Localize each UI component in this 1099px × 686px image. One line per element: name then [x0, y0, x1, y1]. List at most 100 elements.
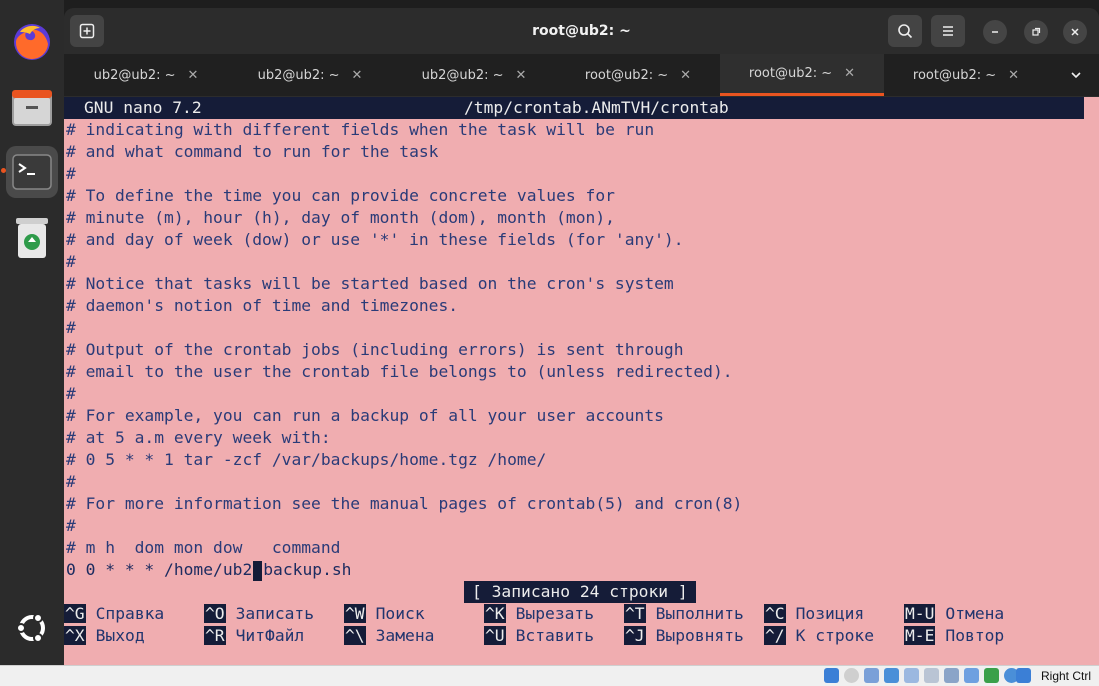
audio-icon[interactable] [864, 668, 879, 683]
text-cursor [253, 560, 263, 581]
restore-icon [1032, 27, 1041, 36]
cpu-icon[interactable] [984, 668, 999, 683]
close-icon [1071, 28, 1079, 36]
trash-icon[interactable] [6, 212, 58, 264]
editor-line: # Output of the crontab jobs (including … [66, 340, 684, 359]
shortcut-label: Выход [95, 626, 145, 645]
close-button[interactable] [1063, 20, 1087, 44]
shortcut-help[interactable]: ^G Справка [64, 603, 164, 625]
shortcut-write[interactable]: ^O Записать [204, 603, 314, 625]
shortcut-read-file[interactable]: ^R ЧитФайл [204, 625, 304, 647]
hamburger-icon [943, 26, 953, 36]
nano-header: GNU nano 7.2 /tmp/crontab.ANmTVH/crontab [64, 97, 1084, 119]
editor-line: # and what command to run for the task [66, 142, 439, 161]
shortcut-exit[interactable]: ^X Выход [64, 625, 145, 647]
editor-line: # [66, 384, 76, 403]
close-tab-icon[interactable]: ✕ [844, 66, 855, 81]
shortcut-key: ^/ [764, 626, 786, 645]
tab-5-active[interactable]: root@ub2: ~ ✕ [720, 54, 884, 96]
shortcut-search[interactable]: ^W Поиск [344, 603, 425, 625]
close-tab-icon[interactable]: ✕ [352, 68, 363, 83]
tab-1[interactable]: ub2@ub2: ~ ✕ [64, 54, 228, 96]
shortcut-key: ^C [764, 604, 786, 623]
display-icon[interactable] [944, 668, 959, 683]
tab-label: ub2@ub2: ~ [421, 67, 504, 83]
shortcut-cut[interactable]: ^K Вырезать [484, 603, 594, 625]
tab-6[interactable]: root@ub2: ~ ✕ [884, 54, 1048, 96]
editor-line: # email to the user the crontab file bel… [66, 362, 733, 381]
minimize-button[interactable] [983, 20, 1007, 44]
usb-icon[interactable] [904, 668, 919, 683]
editor-line: # minute (m), hour (h), day of month (do… [66, 208, 615, 227]
maximize-button[interactable] [1024, 20, 1048, 44]
shortcut-paste[interactable]: ^U Вставить [484, 625, 594, 647]
cron-job-text-rest: backup.sh [263, 560, 352, 579]
terminal-icon[interactable] [1, 146, 58, 198]
shortcut-replace[interactable]: ^\ Замена [344, 625, 434, 647]
chevron-down-icon [1071, 72, 1081, 79]
dock [0, 0, 64, 665]
host-key-label: Right Ctrl [1040, 669, 1091, 683]
status-message: [ Записано 24 строки ] [464, 581, 696, 603]
editor-line: # [66, 252, 76, 271]
shortcut-key: ^O [204, 604, 226, 623]
network-icon[interactable] [884, 668, 899, 683]
shortcut-key: ^U [484, 626, 506, 645]
shortcut-key: M-U [904, 604, 936, 623]
editor-line: # [66, 516, 76, 535]
tab-label: root@ub2: ~ [584, 67, 669, 83]
nano-version: GNU nano 7.2 [84, 98, 202, 117]
shortcut-key: ^W [344, 604, 366, 623]
tab-bar: ub2@ub2: ~ ✕ ub2@ub2: ~ ✕ ub2@ub2: ~ ✕ root… [64, 54, 1099, 96]
shared-folders-icon[interactable] [924, 668, 939, 683]
terminal-area[interactable]: GNU nano 7.2 /tmp/crontab.ANmTVH/crontab… [64, 97, 1099, 665]
keyboard-icon[interactable] [1016, 668, 1031, 683]
shortcut-justify[interactable]: ^J Выровнять [624, 625, 744, 647]
shortcut-key: ^K [484, 604, 506, 623]
tabs-overflow-button[interactable] [1053, 54, 1099, 96]
editor-line: # [66, 472, 76, 491]
shortcut-label: ЧитФайл [235, 626, 305, 645]
editor-line: # daemon's notion of time and timezones. [66, 296, 459, 315]
shortcut-key: ^G [64, 604, 86, 623]
close-tab-icon[interactable]: ✕ [188, 68, 199, 83]
menu-button[interactable] [931, 15, 965, 47]
editor-line: # [66, 318, 76, 337]
shortcut-key: M-E [904, 626, 936, 645]
editor-line: # m h dom mon dow command [66, 538, 341, 557]
shortcut-undo[interactable]: M-U Отмена [904, 603, 1004, 625]
editor-line: # [66, 164, 76, 183]
files-icon[interactable] [6, 82, 58, 134]
titlebar: root@ub2: ~ [64, 8, 1099, 54]
running-indicator [1, 168, 6, 173]
shortcut-label: Позиция [795, 604, 865, 623]
tab-2[interactable]: ub2@ub2: ~ ✕ [228, 54, 392, 96]
close-tab-icon[interactable]: ✕ [516, 68, 527, 83]
shortcut-label: Повтор [945, 626, 1005, 645]
shortcut-label: Выполнить [655, 604, 744, 623]
search-icon [898, 24, 913, 39]
optical-drive-icon[interactable] [844, 668, 859, 683]
shortcut-label: Выровнять [655, 626, 744, 645]
nano-filename: /tmp/crontab.ANmTVH/crontab [464, 98, 729, 117]
editor-line: # For more information see the manual pa… [66, 494, 743, 513]
tab-label: ub2@ub2: ~ [257, 67, 340, 83]
shortcut-redo[interactable]: M-E Повтор [904, 625, 1004, 647]
shortcut-label: Отмена [945, 604, 1005, 623]
shortcut-label: Вырезать [515, 604, 595, 623]
shortcut-location[interactable]: ^C Позиция [764, 603, 864, 625]
shortcut-go-to-line[interactable]: ^/ К строке [764, 625, 874, 647]
shortcut-execute[interactable]: ^T Выполнить [624, 603, 744, 625]
close-tab-icon[interactable]: ✕ [680, 68, 691, 83]
ubuntu-icon[interactable] [6, 602, 58, 654]
search-button[interactable] [888, 15, 922, 47]
editor-line-cron-job: 0 0 * * * /home/ub2 backup.sh [66, 559, 351, 581]
shortcut-key: ^\ [344, 626, 366, 645]
harddisk-icon[interactable] [824, 668, 839, 683]
recording-icon[interactable] [964, 668, 979, 683]
tab-4[interactable]: root@ub2: ~ ✕ [556, 54, 720, 96]
tab-3[interactable]: ub2@ub2: ~ ✕ [392, 54, 556, 96]
firefox-icon[interactable] [6, 16, 58, 68]
shortcut-key: ^R [204, 626, 226, 645]
close-tab-icon[interactable]: ✕ [1008, 68, 1019, 83]
